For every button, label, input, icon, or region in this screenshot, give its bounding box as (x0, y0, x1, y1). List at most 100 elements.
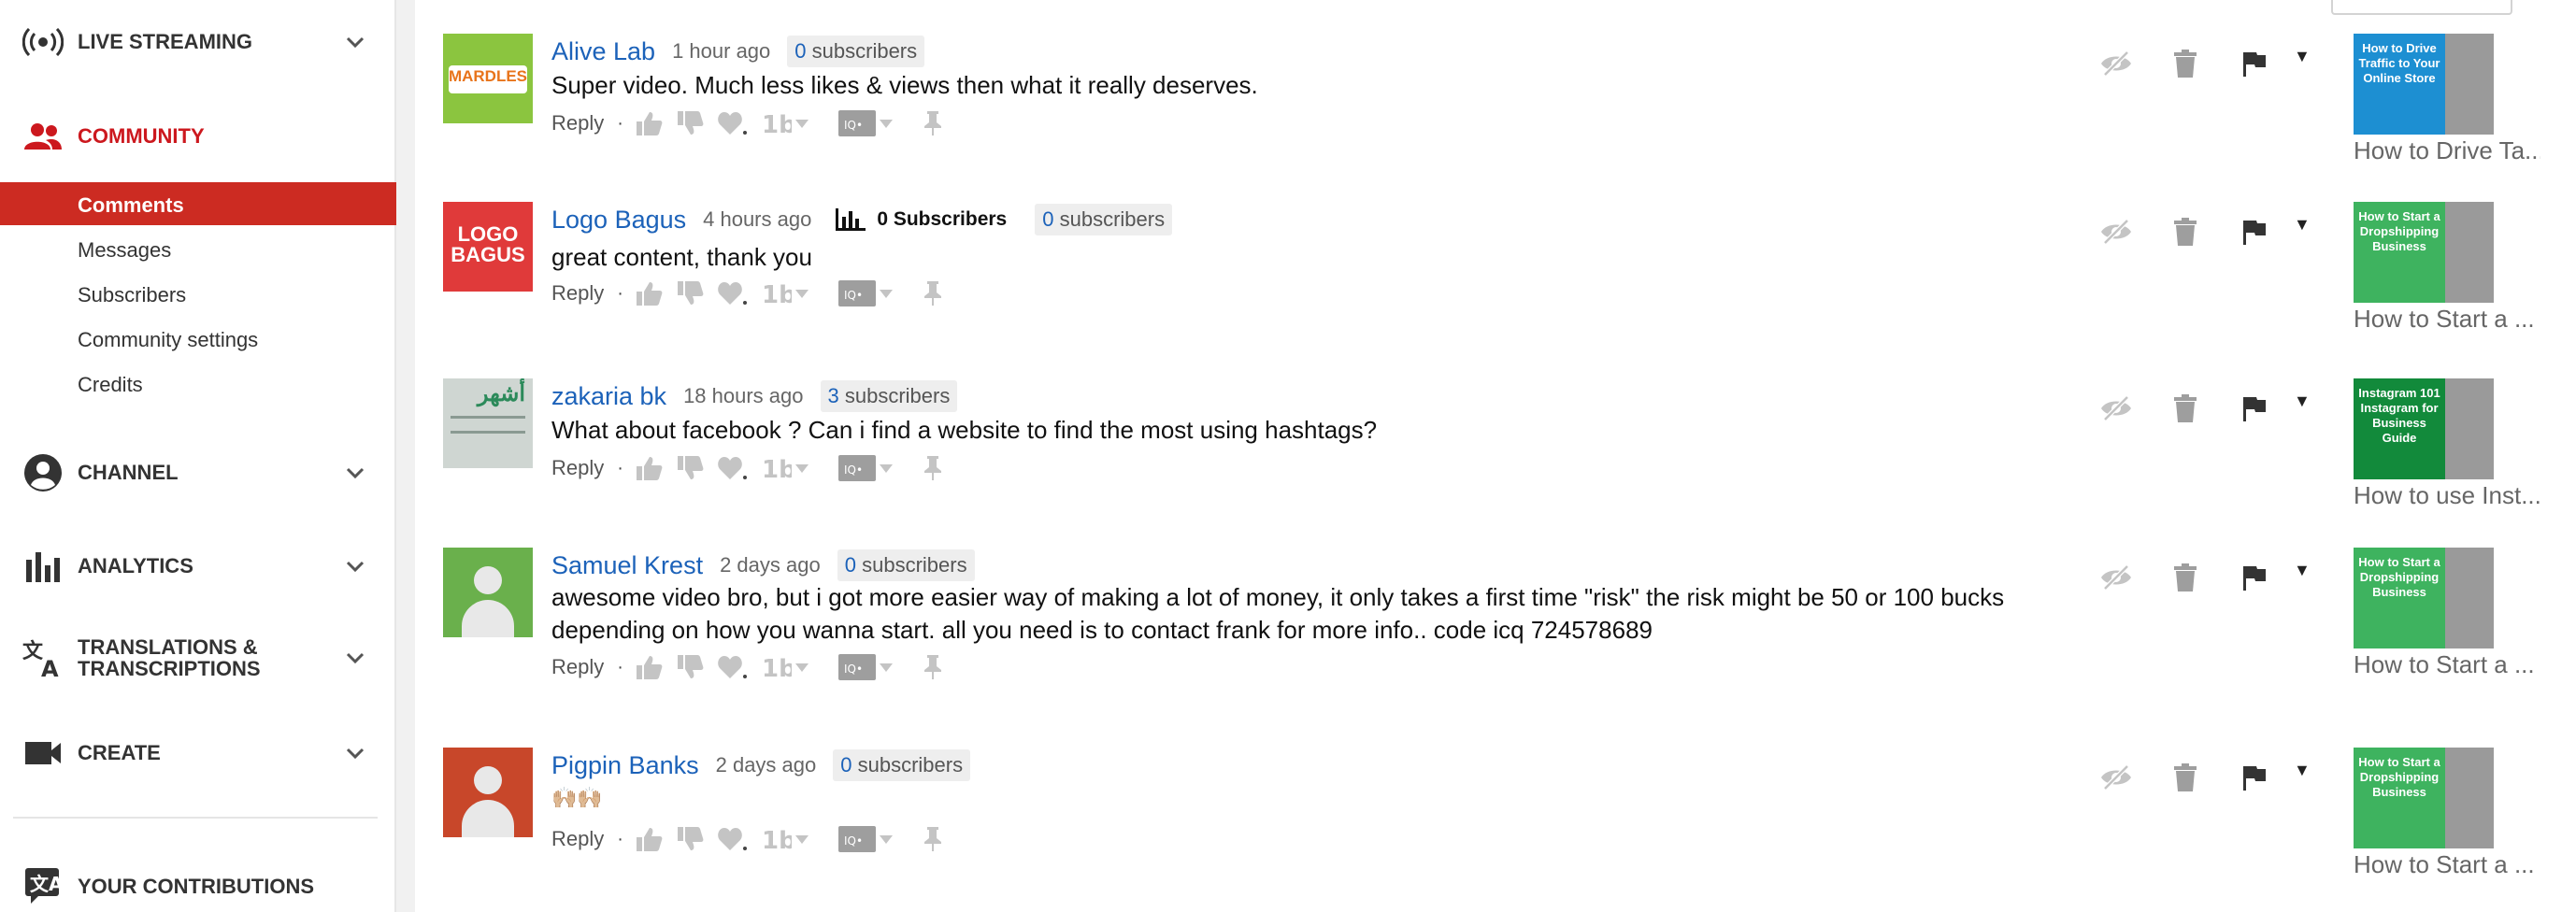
flag-icon[interactable] (2236, 559, 2273, 596)
reply-button[interactable]: Reply (551, 111, 604, 135)
nav-your-contributions[interactable]: 文A YOUR CONTRIBUTIONS (0, 863, 396, 906)
moderation-icon[interactable]: IQ• (837, 278, 909, 308)
comment-time[interactable]: 4 hours ago (703, 207, 811, 232)
reply-button[interactable]: Reply (551, 655, 604, 679)
thumbs-up-icon[interactable] (635, 654, 663, 680)
video-title[interactable]: How to Start a ... (2354, 850, 2540, 879)
avatar[interactable] (443, 548, 533, 637)
flag-dropdown-icon[interactable]: ▼ (2294, 47, 2311, 66)
trash-icon[interactable] (2167, 45, 2204, 82)
creator-heart-icon[interactable]: 1b (762, 110, 825, 136)
flag-dropdown-icon[interactable]: ▼ (2294, 215, 2311, 235)
thumbs-up-icon[interactable] (635, 826, 663, 852)
pin-icon[interactable] (923, 110, 943, 136)
flag-dropdown-icon[interactable]: ▼ (2294, 392, 2311, 411)
heart-icon[interactable] (717, 110, 749, 136)
thumbs-down-icon[interactable] (676, 826, 704, 852)
video-thumbnail[interactable]: Instagram 101 Instagram for Business Gui… (2354, 378, 2494, 479)
moderation-icon[interactable]: IQ• (837, 108, 909, 138)
flag-icon[interactable] (2236, 759, 2273, 796)
nav-channel[interactable]: CHANNEL (0, 451, 396, 494)
sub-item-label: Community settings (78, 328, 259, 351)
reply-button[interactable]: Reply (551, 456, 604, 480)
trash-icon[interactable] (2167, 559, 2204, 596)
thumbs-up-icon[interactable] (635, 110, 663, 136)
chevron-down-icon[interactable] (342, 740, 368, 766)
trash-icon[interactable] (2167, 213, 2204, 250)
trash-icon[interactable] (2167, 390, 2204, 427)
pin-icon[interactable] (923, 280, 943, 306)
nav-analytics[interactable]: ANALYTICS (0, 545, 396, 588)
hide-user-icon[interactable] (2097, 213, 2135, 250)
sub-item-comments[interactable]: Comments (0, 182, 396, 225)
comment-author[interactable]: zakaria bk (551, 382, 666, 411)
hide-user-icon[interactable] (2097, 559, 2135, 596)
chevron-down-icon[interactable] (342, 29, 368, 55)
thumbs-down-icon[interactable] (676, 280, 704, 306)
thumbs-up-icon[interactable] (635, 280, 663, 306)
chevron-down-icon[interactable] (342, 553, 368, 579)
flag-dropdown-icon[interactable]: ▼ (2294, 561, 2311, 580)
pin-icon[interactable] (923, 455, 943, 481)
video-thumbnail[interactable]: How to Drive Traffic to Your Online Stor… (2354, 34, 2494, 135)
video-thumbnail[interactable]: How to Start a Dropshipping Business (2354, 202, 2494, 303)
sub-item-community-settings[interactable]: Community settings (0, 317, 396, 360)
top-button[interactable] (2331, 0, 2512, 15)
chevron-down-icon[interactable] (342, 645, 368, 671)
video-thumbnail[interactable]: How to Start a Dropshipping Business (2354, 748, 2494, 848)
video-title[interactable]: How to Start a ... (2354, 305, 2540, 334)
trash-icon[interactable] (2167, 759, 2204, 796)
creator-heart-icon[interactable]: 1b (762, 826, 825, 852)
nav-live-streaming[interactable]: LIVE STREAMING (0, 21, 396, 63)
comment-author[interactable]: Samuel Krest (551, 551, 703, 580)
flag-icon[interactable] (2236, 213, 2273, 250)
comment-time[interactable]: 2 days ago (720, 553, 821, 577)
chevron-down-icon[interactable] (342, 460, 368, 486)
avatar[interactable]: LOGO BAGUS (443, 202, 533, 292)
comment-author[interactable]: Pigpin Banks (551, 751, 699, 780)
pin-icon[interactable] (923, 826, 943, 852)
avatar[interactable]: MARDLES (443, 34, 533, 123)
comment-time[interactable]: 1 hour ago (672, 39, 770, 64)
video-thumbnail[interactable]: How to Start a Dropshipping Business (2354, 548, 2494, 648)
thumbs-down-icon[interactable] (676, 654, 704, 680)
nav-translations[interactable]: 文A TRANSLATIONS & TRANSCRIPTIONS (0, 634, 396, 682)
comment-author[interactable]: Alive Lab (551, 37, 655, 66)
flag-icon[interactable] (2236, 45, 2273, 82)
video-title[interactable]: How to Drive Ta... (2354, 136, 2540, 165)
sub-item-messages[interactable]: Messages (0, 227, 396, 270)
moderation-icon[interactable]: IQ• (837, 652, 909, 682)
sub-item-subscribers[interactable]: Subscribers (0, 272, 396, 315)
creator-heart-icon[interactable]: 1b (762, 455, 825, 481)
avatar[interactable]: أشهر (443, 378, 533, 468)
comment-time[interactable]: 2 days ago (716, 753, 817, 777)
flag-icon[interactable] (2236, 390, 2273, 427)
moderation-icon[interactable]: IQ• (837, 824, 909, 854)
heart-icon[interactable] (717, 280, 749, 306)
avatar[interactable] (443, 748, 533, 837)
nav-create[interactable]: CREATE (0, 732, 396, 775)
heart-icon[interactable] (717, 654, 749, 680)
flag-dropdown-icon[interactable]: ▼ (2294, 761, 2311, 780)
thumbs-down-icon[interactable] (676, 110, 704, 136)
video-title[interactable]: How to use Inst... (2354, 481, 2540, 510)
hide-user-icon[interactable] (2097, 759, 2135, 796)
moderation-icon[interactable]: IQ• (837, 453, 909, 483)
thumbs-up-icon[interactable] (635, 455, 663, 481)
heart-icon[interactable] (717, 455, 749, 481)
reply-button[interactable]: Reply (551, 281, 604, 306)
sub-item-credits[interactable]: Credits (0, 362, 396, 405)
sidebar: LIVE STREAMING COMMUNITY Comments Messag… (0, 0, 396, 912)
nav-community[interactable]: COMMUNITY (0, 115, 396, 158)
comment-author[interactable]: Logo Bagus (551, 206, 686, 235)
heart-icon[interactable] (717, 826, 749, 852)
reply-button[interactable]: Reply (551, 827, 604, 851)
creator-heart-icon[interactable]: 1b (762, 654, 825, 680)
video-title[interactable]: How to Start a ... (2354, 650, 2540, 679)
pin-icon[interactable] (923, 654, 943, 680)
hide-user-icon[interactable] (2097, 45, 2135, 82)
comment-time[interactable]: 18 hours ago (683, 384, 803, 408)
creator-heart-icon[interactable]: 1b (762, 280, 825, 306)
hide-user-icon[interactable] (2097, 390, 2135, 427)
thumbs-down-icon[interactable] (676, 455, 704, 481)
